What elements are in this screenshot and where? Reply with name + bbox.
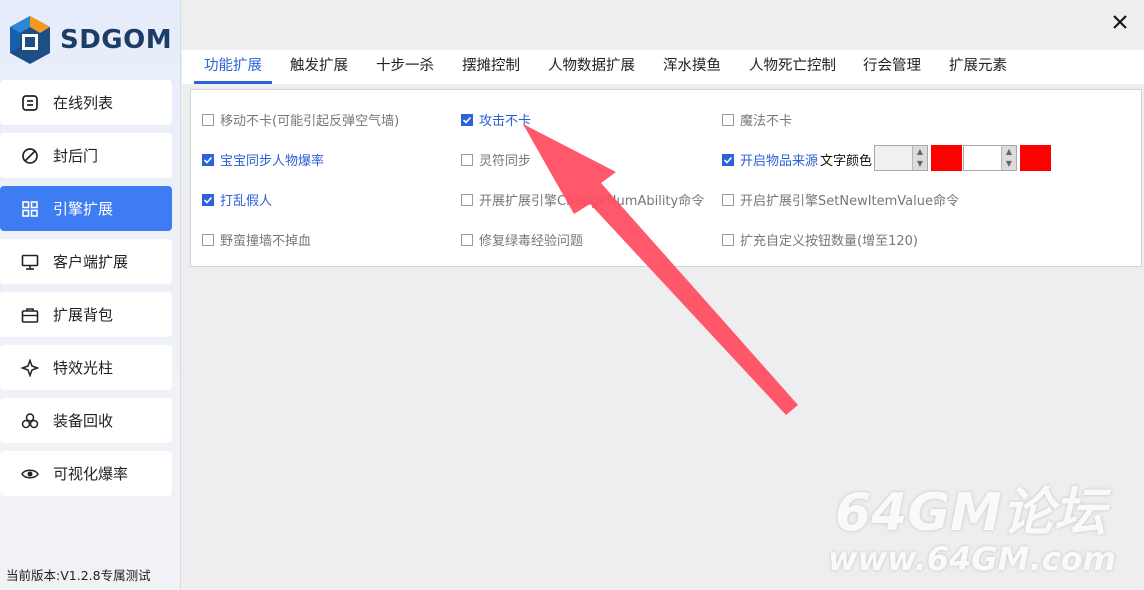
color-spinbox-2[interactable]: ▲ ▼ [963, 145, 1017, 171]
checkbox[interactable] [202, 233, 214, 246]
tab-fish-troubled-water[interactable]: 浑水摸鱼 [663, 50, 721, 84]
option-pet-sync-drop-rate[interactable]: 宝宝同步人物爆率 [202, 150, 324, 169]
recycle-icon [20, 411, 40, 431]
checkbox[interactable] [722, 233, 734, 246]
sidebar-item-label: 装备回收 [53, 412, 114, 430]
checkmark-icon [723, 156, 733, 164]
checkbox[interactable] [202, 113, 214, 126]
option-change-hum-ability[interactable]: 开展扩展引擎ChangeHumAbility命令 [461, 190, 704, 209]
option-item-source[interactable]: 开启物品来源 [722, 150, 818, 169]
monitor-icon [20, 252, 40, 272]
checkbox[interactable] [722, 193, 734, 206]
color-swatch-1[interactable] [931, 145, 962, 171]
option-label: 开展扩展引擎ChangeHumAbility命令 [479, 194, 705, 209]
sidebar-item-online-list[interactable]: 在线列表 [0, 80, 172, 125]
checkbox[interactable] [461, 193, 473, 206]
color-spinbox-1[interactable]: ▲ ▼ [874, 145, 928, 171]
tab-function-extension[interactable]: 功能扩展 [194, 50, 272, 84]
option-attack-no-lag[interactable]: 攻击不卡 [461, 110, 531, 129]
checkbox[interactable] [722, 113, 734, 126]
logo: SDGOM [6, 14, 172, 66]
option-label: 宝宝同步人物爆率 [220, 154, 325, 169]
checkbox[interactable] [722, 153, 734, 166]
options-panel: 移动不卡(可能引起反弹空气墙) 攻击不卡 魔法不卡 宝宝同步人物爆率 灵符同步 … [190, 89, 1142, 267]
option-talisman-sync[interactable]: 灵符同步 [461, 150, 531, 169]
sidebar-item-block-backdoor[interactable]: 封后门 [0, 133, 172, 178]
sidebar-item-label: 可视化爆率 [53, 465, 129, 483]
sidebar-item-effect-pillar[interactable]: 特效光柱 [0, 345, 172, 390]
checkbox[interactable] [202, 153, 214, 166]
checkbox[interactable] [461, 113, 473, 126]
sidebar-item-client-extension[interactable]: 客户端扩展 [0, 239, 172, 284]
sidebar-item-label: 封后门 [53, 147, 99, 165]
eye-icon [20, 464, 40, 484]
tab-stall-control[interactable]: 摆摊控制 [462, 50, 520, 84]
sdgom-logo-icon [10, 16, 50, 64]
option-label: 攻击不卡 [479, 114, 532, 129]
option-label: 野蛮撞墙不掉血 [220, 234, 312, 249]
sidebar-nav: 在线列表 封后门 引擎扩展 客户端扩展 扩展背包 特效光柱 装备回收 可视化爆率 [0, 80, 172, 504]
checkbox[interactable] [461, 153, 473, 166]
option-set-new-item-value[interactable]: 开启扩展引擎SetNewItemValue命令 [722, 190, 959, 209]
spin-down-icon[interactable]: ▼ [1002, 158, 1016, 170]
option-shuffle-bots[interactable]: 打乱假人 [202, 190, 272, 209]
tab-ten-step-kill[interactable]: 十步一杀 [376, 50, 434, 84]
watermark-url: www.64GM.com [828, 540, 1116, 578]
sidebar-item-extended-bag[interactable]: 扩展背包 [0, 292, 172, 337]
option-fix-poison-exp[interactable]: 修复绿毒经验问题 [461, 230, 583, 249]
option-label: 打乱假人 [220, 194, 273, 209]
sidebar-item-label: 扩展背包 [53, 306, 114, 324]
tab-trigger-extension[interactable]: 触发扩展 [290, 50, 348, 84]
checkmark-icon [203, 156, 213, 164]
color-swatch-2[interactable] [1020, 145, 1051, 171]
grid-icon [20, 199, 40, 219]
sidebar-item-label: 特效光柱 [53, 359, 114, 377]
sidebar-item-visual-drop-rate[interactable]: 可视化爆率 [0, 451, 172, 496]
option-label: 扩充自定义按钮数量(增至120) [740, 234, 918, 249]
sidebar-item-label: 在线列表 [53, 94, 114, 112]
option-label: 移动不卡(可能引起反弹空气墙) [220, 114, 400, 129]
option-label: 灵符同步 [479, 154, 532, 169]
option-label: 开启扩展引擎SetNewItemValue命令 [740, 194, 959, 209]
brand-name: SDGOM [60, 25, 173, 55]
watermark-title: 64GM论坛 [835, 483, 1106, 543]
sidebar-item-label: 引擎扩展 [53, 200, 114, 218]
option-label: 开启物品来源 [740, 154, 819, 169]
checkbox[interactable] [461, 233, 473, 246]
text-color-label: 文字颜色 [820, 154, 873, 169]
briefcase-icon [20, 305, 40, 325]
version-label: 当前版本:V1.2.8专属测试 [6, 568, 151, 583]
list-icon [20, 93, 40, 113]
tab-death-control[interactable]: 人物死亡控制 [749, 50, 836, 84]
sparkle-icon [20, 358, 40, 378]
checkbox[interactable] [202, 193, 214, 206]
spin-arrows[interactable]: ▲ ▼ [912, 146, 927, 170]
tab-extended-elements[interactable]: 扩展元素 [949, 50, 1007, 84]
close-icon [1113, 15, 1127, 29]
close-button[interactable] [1108, 10, 1132, 34]
tab-character-data[interactable]: 人物数据扩展 [548, 50, 635, 84]
option-label: 修复绿毒经验问题 [479, 234, 584, 249]
tab-bar: 功能扩展 触发扩展 十步一杀 摆摊控制 人物数据扩展 浑水摸鱼 人物死亡控制 行… [182, 50, 1144, 84]
checkmark-icon [462, 116, 472, 124]
spin-up-icon[interactable]: ▲ [1002, 146, 1016, 158]
sidebar-item-label: 客户端扩展 [53, 253, 129, 271]
option-wall-bash-no-damage[interactable]: 野蛮撞墙不掉血 [202, 230, 311, 249]
spin-down-icon[interactable]: ▼ [913, 158, 927, 170]
sidebar: SDGOM 在线列表 封后门 引擎扩展 客户端扩展 扩展背包 特效光柱 装备回收… [0, 0, 181, 590]
option-expand-custom-buttons[interactable]: 扩充自定义按钮数量(增至120) [722, 230, 918, 249]
option-label: 魔法不卡 [740, 114, 793, 129]
tab-guild-management[interactable]: 行会管理 [863, 50, 921, 84]
option-magic-no-lag[interactable]: 魔法不卡 [722, 110, 792, 129]
spin-up-icon[interactable]: ▲ [913, 146, 927, 158]
block-icon [20, 146, 40, 166]
sidebar-item-equipment-recycle[interactable]: 装备回收 [0, 398, 172, 443]
checkmark-icon [203, 196, 213, 204]
sidebar-item-engine-extension[interactable]: 引擎扩展 [0, 186, 172, 231]
option-move-no-lag[interactable]: 移动不卡(可能引起反弹空气墙) [202, 110, 399, 129]
spin-arrows[interactable]: ▲ ▼ [1001, 146, 1016, 170]
